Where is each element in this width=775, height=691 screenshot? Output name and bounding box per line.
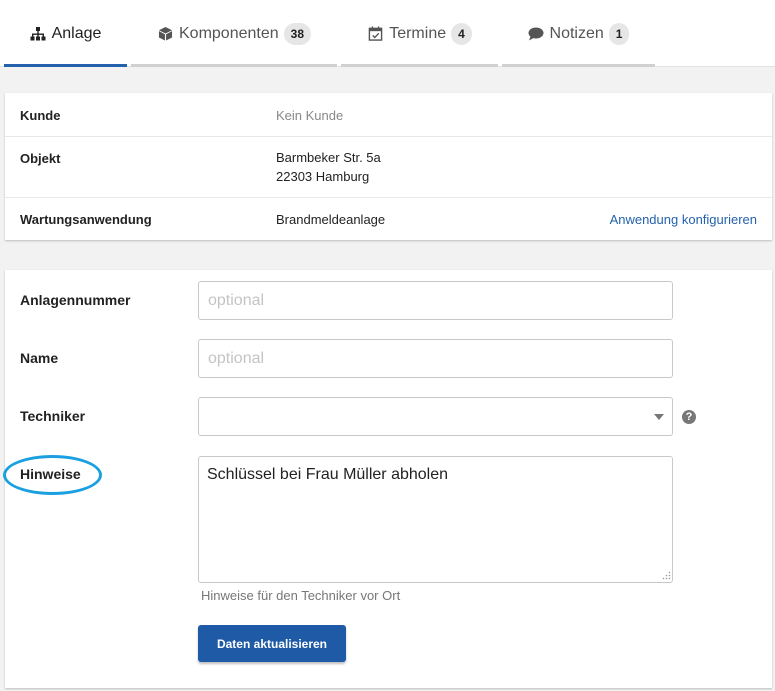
tab-anlage[interactable]: Anlage: [4, 0, 127, 67]
tab-underline: [502, 64, 655, 67]
info-row-object: Objekt Barmbeker Str. 5a 22303 Hamburg: [5, 137, 772, 198]
tab-underline: [4, 64, 127, 67]
update-data-button[interactable]: Daten aktualisieren: [198, 625, 346, 662]
customer-label: Kunde: [20, 108, 61, 123]
installation-number-label: Anlagennummer: [20, 292, 131, 308]
notes-label: Hinweise: [20, 466, 81, 482]
notes-hint: Hinweise für den Techniker vor Ort: [201, 588, 401, 603]
object-city: 22303 Hamburg: [276, 169, 370, 184]
info-row-customer: Kunde Kein Kunde: [5, 93, 772, 137]
tab-underline: [341, 64, 498, 67]
tab-label: Termine: [389, 24, 447, 42]
help-icon[interactable]: ?: [682, 410, 696, 424]
tab-label: Notizen: [549, 24, 604, 42]
application-label: Wartungsanwendung: [20, 212, 152, 227]
tab-underline: [131, 64, 337, 67]
customer-value: Kein Kunde: [276, 108, 344, 123]
object-label: Objekt: [20, 151, 61, 166]
technician-select[interactable]: [198, 397, 673, 436]
object-street: Barmbeker Str. 5a: [276, 150, 381, 165]
info-row-application: Wartungsanwendung Brandmeldeanlage Anwen…: [5, 198, 772, 240]
tab-label: Anlage: [51, 24, 102, 42]
tab-bar: Anlage Komponenten 38 Termine 4 Notizen …: [0, 0, 775, 67]
name-label: Name: [20, 350, 59, 366]
count-badge: 4: [451, 22, 472, 45]
application-value: Brandmeldeanlage: [276, 212, 386, 227]
installation-number-input[interactable]: [198, 281, 673, 320]
calendar-check-icon: [367, 26, 383, 42]
name-input[interactable]: [198, 339, 673, 378]
technician-label: Techniker: [20, 408, 86, 424]
tab-termine[interactable]: Termine 4: [341, 0, 498, 67]
count-badge: 38: [283, 22, 311, 45]
resize-grip-icon[interactable]: [662, 571, 671, 580]
installation-info-card: Kunde Kein Kunde Objekt Barmbeker Str. 5…: [5, 93, 772, 240]
tab-komponenten[interactable]: Komponenten 38: [131, 0, 337, 67]
configure-application-link[interactable]: Anwendung konfigurieren: [610, 212, 757, 227]
notes-textarea[interactable]: [198, 456, 673, 583]
chevron-down-icon: [654, 414, 664, 420]
count-badge: 1: [608, 22, 630, 45]
tab-label: Komponenten: [179, 24, 279, 42]
installation-form-card: Anlagennummer Name Techniker ? Hinweise …: [5, 270, 772, 688]
object-address: Barmbeker Str. 5a 22303 Hamburg: [276, 148, 381, 186]
sitemap-icon: [30, 26, 46, 42]
comment-icon: [528, 26, 544, 42]
cube-icon: [157, 26, 173, 42]
tab-notizen[interactable]: Notizen 1: [502, 0, 655, 67]
